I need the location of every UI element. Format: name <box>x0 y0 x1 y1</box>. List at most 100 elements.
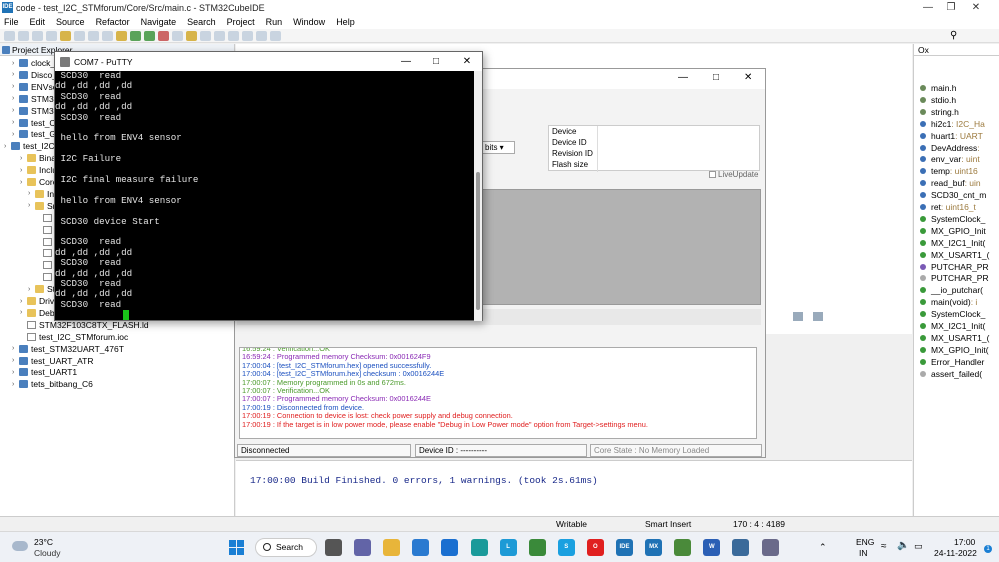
putty-icon[interactable] <box>761 539 779 556</box>
chevron-right-icon[interactable]: › <box>20 155 27 162</box>
chevron-right-icon[interactable]: › <box>20 309 27 316</box>
explorer-item[interactable] <box>36 212 55 224</box>
outline-item[interactable]: SCD30_cnt_m <box>920 189 986 201</box>
edit-icon[interactable] <box>186 30 197 41</box>
outline-item[interactable]: PUTCHAR_PR <box>920 272 989 284</box>
outline-item[interactable]: string.h <box>920 106 959 118</box>
outline-item[interactable]: MX_USART1_( <box>920 249 989 261</box>
explorer-item[interactable]: › test_UART_ATR <box>12 355 94 367</box>
chevron-right-icon[interactable]: › <box>12 83 19 90</box>
taskbar-search-button[interactable]: Search <box>255 538 317 557</box>
teams-icon[interactable] <box>354 539 372 556</box>
putty-terminal[interactable]: SCD30 read dd ,dd ,dd ,dd SCD30 read dd ,d… <box>55 71 473 321</box>
windows-start-icon[interactable] <box>229 540 244 555</box>
cube-ide-icon[interactable]: IDE <box>616 539 633 556</box>
putty-minimize-icon[interactable]: — <box>391 52 421 71</box>
pin-icon[interactable] <box>256 30 267 41</box>
outline-item[interactable]: MX_GPIO_Init <box>920 225 986 237</box>
device-config-icon[interactable] <box>88 30 99 41</box>
chevron-right-icon[interactable]: › <box>12 381 19 388</box>
chevron-right-icon[interactable]: › <box>4 143 11 150</box>
menu-help[interactable]: Help <box>336 17 355 27</box>
outline-item[interactable]: MX_I2C1_Init( <box>920 237 985 249</box>
chevron-up-icon[interactable]: ⌃ <box>819 542 827 553</box>
cloud-icon[interactable] <box>12 541 28 551</box>
chevron-right-icon[interactable]: › <box>12 345 19 352</box>
hammer-build-icon[interactable] <box>60 30 71 41</box>
save-all-icon[interactable] <box>32 30 43 41</box>
menu-edit[interactable]: Edit <box>30 17 46 27</box>
outline-item[interactable]: SystemClock_ <box>920 213 985 225</box>
menu-file[interactable]: File <box>4 17 19 27</box>
clock-time[interactable]: 17:00 <box>954 537 975 547</box>
menu-source[interactable]: Source <box>56 17 85 27</box>
menu-navigate[interactable]: Navigate <box>141 17 177 27</box>
chevron-right-icon[interactable]: › <box>12 119 19 126</box>
outline-item[interactable]: MX_I2C1_Init( <box>920 320 985 332</box>
data-width-select[interactable]: bits ▾ <box>481 141 515 154</box>
word-icon[interactable]: W <box>703 539 721 556</box>
outline-item[interactable]: hi2c1: I2C_Ha <box>920 118 985 130</box>
app-screen-icon[interactable] <box>732 539 750 556</box>
weather-temperature[interactable]: 23°C <box>34 537 53 547</box>
outline-item[interactable]: temp: uint16 <box>920 165 978 177</box>
menu-run[interactable]: Run <box>266 17 283 27</box>
menu-search[interactable]: Search <box>187 17 216 27</box>
outline-item[interactable]: main(void): i <box>920 296 977 308</box>
programmer-maximize-icon[interactable]: □ <box>713 72 719 83</box>
menu-refactor[interactable]: Refactor <box>96 17 130 27</box>
explorer-item[interactable] <box>36 224 55 236</box>
outline-item[interactable]: main.h <box>920 82 957 94</box>
clock-date[interactable]: 24-11-2022 <box>934 548 977 558</box>
chevron-right-icon[interactable]: › <box>20 179 27 186</box>
mail-icon[interactable] <box>441 539 459 556</box>
log-tool-icon[interactable] <box>813 312 823 321</box>
outline-item[interactable]: __io_putchar( <box>920 284 983 296</box>
putty-close-icon[interactable]: ✕ <box>452 52 482 71</box>
photos-icon[interactable] <box>412 539 430 556</box>
menu-window[interactable]: Window <box>293 17 325 27</box>
putty-scroll-thumb[interactable] <box>476 172 480 310</box>
chevron-right-icon[interactable]: › <box>12 71 19 78</box>
language-primary[interactable]: ENG <box>856 537 874 547</box>
chevron-right-icon[interactable]: › <box>12 60 19 67</box>
chevron-right-icon[interactable]: › <box>20 167 27 174</box>
explorer-item[interactable] <box>36 271 55 283</box>
task-view-icon[interactable] <box>325 539 342 556</box>
settings-icon[interactable] <box>46 30 57 41</box>
explorer-item[interactable]: › test_STM32UART_476T <box>12 343 124 355</box>
explorer-item[interactable]: › test_I2C_ <box>4 140 59 152</box>
explorer-item[interactable] <box>36 236 55 248</box>
search-icon[interactable]: ⚲ <box>950 30 957 41</box>
forward-icon[interactable] <box>242 30 253 41</box>
outline-item[interactable]: MX_USART1_( <box>920 332 989 344</box>
chevron-right-icon[interactable]: › <box>12 357 19 364</box>
explorer-item[interactable]: › Core <box>20 176 57 188</box>
folder-icon[interactable] <box>116 30 127 41</box>
programmer-minimize-icon[interactable]: — <box>678 72 688 83</box>
outline-item[interactable]: env_var: uint <box>920 153 980 165</box>
explorer-item[interactable]: › tets_bitbang_C6 <box>12 378 93 390</box>
outline-item[interactable]: DevAddress: <box>920 142 980 154</box>
outline-item[interactable]: stdio.h <box>920 94 956 106</box>
outline-item[interactable]: assert_failed( <box>920 368 982 380</box>
chevron-right-icon[interactable]: › <box>12 131 19 138</box>
edge-icon[interactable] <box>470 539 488 556</box>
cube-mx-icon[interactable]: MX <box>645 539 663 556</box>
outline-item[interactable]: Error_Handler <box>920 356 984 368</box>
chevron-right-icon[interactable]: › <box>28 190 35 197</box>
skype-icon[interactable]: S <box>557 539 575 556</box>
previous-annotation-icon[interactable] <box>200 30 211 41</box>
app-green-icon[interactable] <box>674 539 692 556</box>
notification-badge-icon[interactable]: 1 <box>984 545 992 553</box>
explorer-item[interactable] <box>36 247 55 259</box>
chevron-right-icon[interactable]: › <box>28 202 35 209</box>
outline-item[interactable]: SystemClock_ <box>920 308 985 320</box>
outline-item[interactable]: MX_GPIO_Init( <box>920 344 989 356</box>
language-secondary[interactable]: IN <box>859 548 868 558</box>
info-icon[interactable] <box>270 30 281 41</box>
debug-icon[interactable] <box>130 30 141 41</box>
external-tools-icon[interactable] <box>158 30 169 41</box>
weather-condition[interactable]: Cloudy <box>34 548 60 558</box>
outline-item[interactable]: huart1: UART <box>920 130 983 142</box>
